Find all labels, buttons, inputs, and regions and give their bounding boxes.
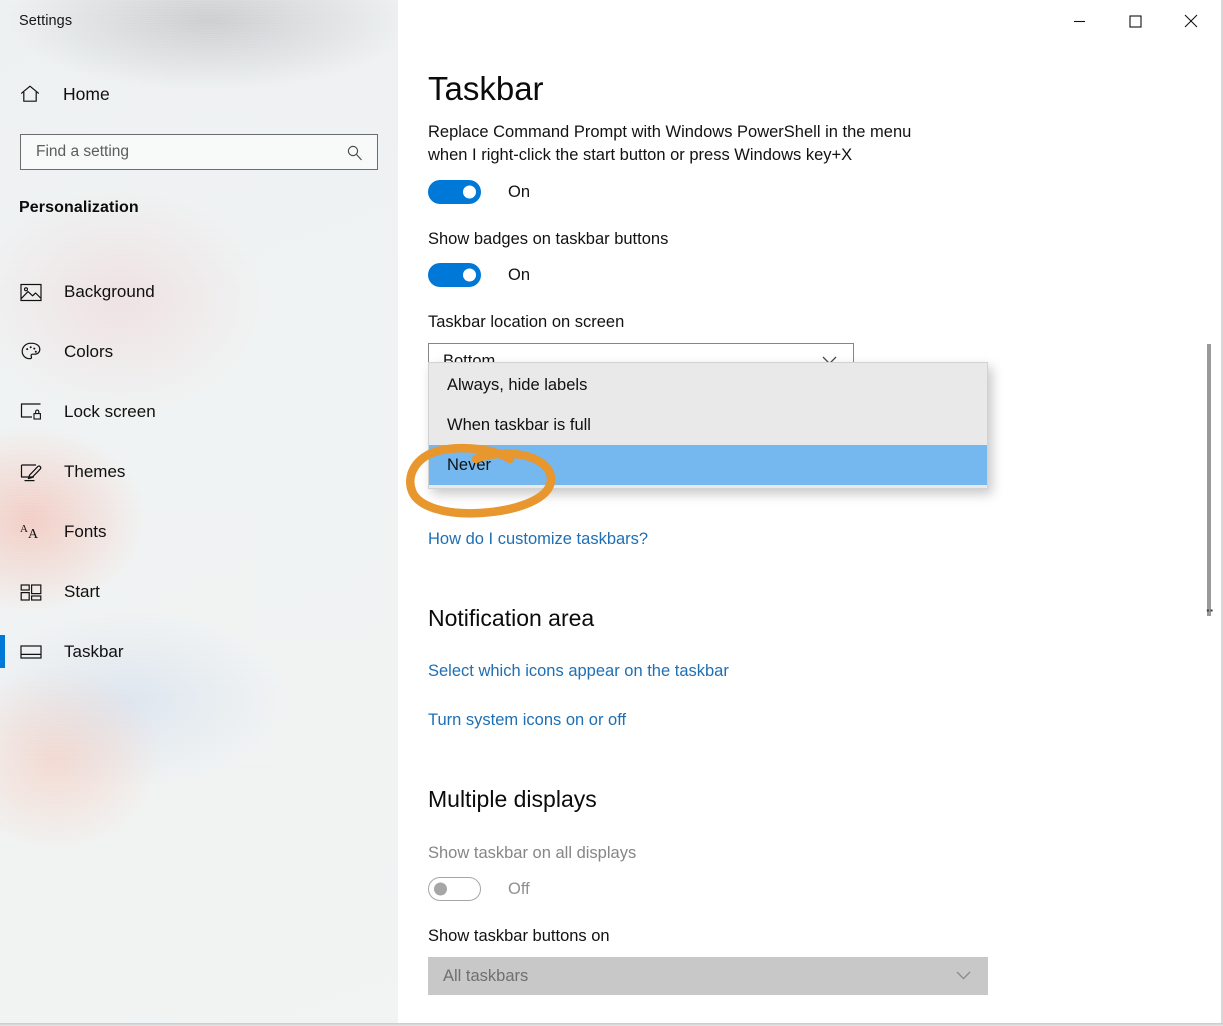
all-displays-label: Show taskbar on all displays: [428, 844, 637, 862]
page-title: Taskbar: [428, 70, 544, 107]
powershell-toggle-state: On: [508, 182, 531, 201]
customize-taskbars-link[interactable]: How do I customize taskbars?: [428, 530, 648, 549]
svg-text:A: A: [28, 527, 39, 542]
close-button[interactable]: [1163, 0, 1219, 42]
image-icon: [19, 280, 43, 304]
settings-window: Settings Home Find a setting Personaliza…: [0, 0, 1223, 1026]
all-displays-toggle-state: Off: [508, 879, 530, 898]
sidebar-item-home[interactable]: Home: [0, 77, 398, 111]
chevron-down-icon: [956, 967, 971, 985]
sidebar-item-themes-label: Themes: [64, 462, 126, 481]
minimize-icon: [1073, 15, 1086, 28]
toggle-knob: [463, 268, 476, 282]
window-title: Settings: [19, 13, 73, 29]
minimize-button[interactable]: [1051, 0, 1107, 42]
taskbar-buttons-on-label: Show taskbar buttons on: [428, 927, 610, 945]
powershell-toggle[interactable]: [428, 180, 481, 204]
sidebar: Settings Home Find a setting Personaliza…: [0, 0, 398, 1023]
taskbar-location-label: Taskbar location on screen: [428, 313, 625, 331]
notification-area-heading: Notification area: [428, 605, 595, 631]
sidebar-item-start-label: Start: [64, 582, 100, 601]
sidebar-item-colors-label: Colors: [64, 342, 114, 361]
system-icons-link[interactable]: Turn system icons on or off: [428, 711, 626, 730]
maximize-icon: [1128, 14, 1142, 28]
home-icon: [19, 83, 41, 105]
all-displays-toggle[interactable]: [428, 877, 481, 901]
badges-toggle-state: On: [508, 265, 531, 284]
toggle-knob: [434, 882, 447, 896]
search-icon[interactable]: [346, 144, 363, 161]
dropdown-option-never[interactable]: Never: [429, 445, 987, 485]
multiple-displays-heading: Multiple displays: [428, 786, 597, 812]
toggle-knob: [463, 185, 476, 199]
vertical-scrollbar-thumb[interactable]: [1207, 344, 1211, 616]
powershell-setting-label: Replace Command Prompt with Windows Powe…: [428, 123, 912, 164]
svg-text:A: A: [20, 523, 28, 535]
window-controls: [1051, 0, 1219, 42]
sidebar-item-background-label: Background: [64, 282, 155, 301]
sidebar-item-lock-screen-label: Lock screen: [64, 402, 156, 421]
sidebar-item-fonts-label: Fonts: [64, 522, 107, 541]
palette-icon: [19, 340, 43, 364]
sidebar-nav-list: Background Colors Lock screen Themes A A…: [0, 262, 398, 682]
all-displays-toggle-row[interactable]: Off: [428, 877, 530, 901]
sidebar-item-start[interactable]: Start: [0, 562, 398, 622]
sidebar-item-home-label: Home: [63, 83, 110, 104]
taskbar-buttons-on-combobox[interactable]: All taskbars: [428, 957, 988, 995]
badges-setting-label: Show badges on taskbar buttons: [428, 230, 669, 248]
lock-screen-icon: [19, 400, 43, 424]
fonts-icon: A A: [19, 520, 43, 544]
sidebar-item-fonts[interactable]: A A Fonts: [0, 502, 398, 562]
start-icon: [19, 580, 43, 604]
select-icons-link[interactable]: Select which icons appear on the taskbar: [428, 662, 729, 681]
sidebar-item-themes[interactable]: Themes: [0, 442, 398, 502]
search-input[interactable]: Find a setting: [20, 134, 378, 170]
scrollbar-marker: ▪▪: [1206, 606, 1214, 615]
search-placeholder: Find a setting: [36, 143, 130, 160]
badges-toggle[interactable]: [428, 263, 481, 287]
sidebar-item-lock-screen[interactable]: Lock screen: [0, 382, 398, 442]
sidebar-item-colors[interactable]: Colors: [0, 322, 398, 382]
sidebar-item-taskbar[interactable]: Taskbar: [0, 622, 398, 682]
close-icon: [1184, 14, 1198, 28]
powershell-toggle-row[interactable]: On: [428, 180, 530, 204]
taskbar-icon: [19, 640, 43, 664]
sidebar-item-background[interactable]: Background: [0, 262, 398, 322]
taskbar-buttons-on-value: All taskbars: [443, 966, 529, 985]
sidebar-category-header: Personalization: [19, 199, 139, 216]
brush-icon: [19, 460, 43, 484]
sidebar-item-taskbar-label: Taskbar: [64, 642, 124, 661]
vertical-scrollbar-track[interactable]: ▪▪: [1206, 44, 1218, 1017]
maximize-button[interactable]: [1107, 0, 1163, 42]
dropdown-option-always-hide-labels[interactable]: Always, hide labels: [429, 365, 987, 405]
badges-toggle-row[interactable]: On: [428, 263, 530, 287]
taskbar-location-dropdown-list[interactable]: Always, hide labels When taskbar is full…: [428, 362, 988, 489]
main-content: Taskbar Replace Command Prompt with Wind…: [398, 0, 1221, 1023]
dropdown-option-when-taskbar-is-full[interactable]: When taskbar is full: [429, 405, 987, 445]
selection-accent-bar: [0, 635, 5, 668]
